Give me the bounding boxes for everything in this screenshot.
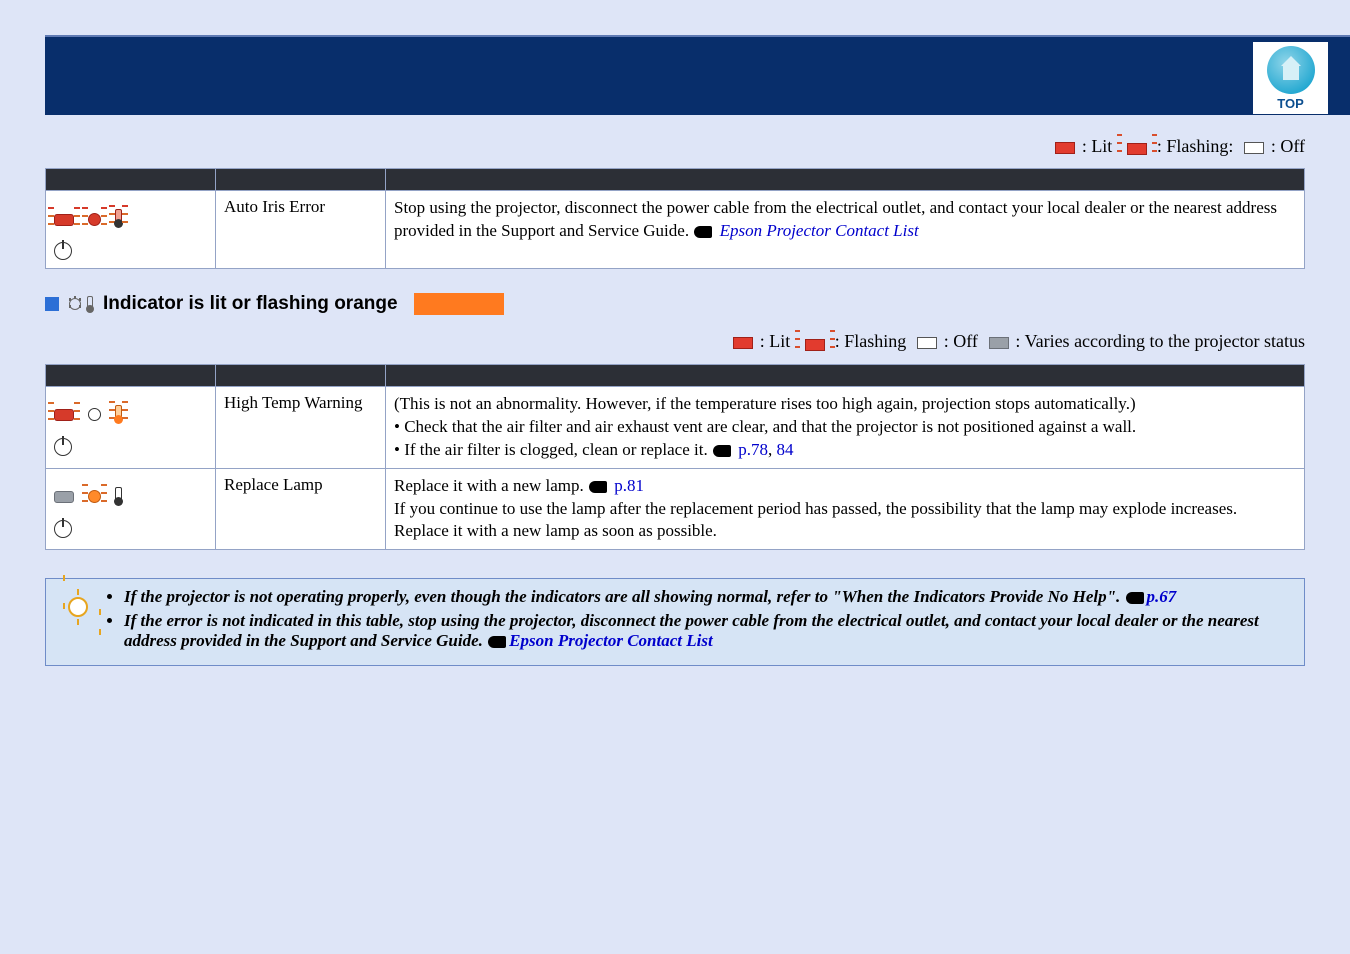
legend-lit-icon	[733, 337, 753, 349]
legend-varies-label: : Varies according to the projector stat…	[1015, 331, 1305, 351]
remedy-cell: Replace it with a new lamp. p.81 If you …	[386, 468, 1305, 550]
orange-swatch	[414, 293, 504, 315]
lamp-icon	[88, 406, 101, 426]
legend-lit-label: : Lit	[1082, 136, 1113, 156]
legend-varies-icon	[989, 337, 1009, 349]
remedy-text: If you continue to use the lamp after th…	[394, 499, 1237, 541]
legend-off-icon	[1244, 142, 1264, 154]
lamp-glyph-icon	[69, 298, 81, 310]
projector-icon	[54, 406, 74, 426]
error-table-1: Auto Iris Error Stop using the projector…	[45, 168, 1305, 269]
projector-icon	[54, 211, 74, 231]
legend-flash-label: : Flashing	[835, 331, 907, 351]
state-cell	[46, 468, 216, 550]
table-row: Auto Iris Error Stop using the projector…	[46, 191, 1305, 269]
table-row: Replace Lamp Replace it with a new lamp.…	[46, 468, 1305, 550]
legend-lit-label: : Lit	[760, 331, 791, 351]
remedy-text: Replace it with a new lamp.	[394, 476, 588, 495]
page-link[interactable]: 84	[776, 440, 793, 459]
remedy-cell: Stop using the projector, disconnect the…	[386, 191, 1305, 269]
top-label: TOP	[1277, 96, 1304, 111]
contact-list-link[interactable]: Epson Projector Contact List	[509, 631, 713, 650]
home-icon	[1267, 46, 1315, 94]
legend-off-label: : Off	[1271, 136, 1305, 156]
remedy-text: If the air filter is clogged, clean or r…	[404, 440, 712, 459]
legend-flash-icon	[1117, 137, 1157, 158]
remedy-cell: (This is not an abnormality. However, if…	[386, 386, 1305, 468]
power-icon	[54, 438, 72, 456]
pointer-icon	[589, 481, 607, 493]
contact-list-link[interactable]: Epson Projector Contact List	[720, 221, 919, 240]
header-dark-bar	[45, 35, 1350, 115]
top-home-button[interactable]: TOP	[1253, 42, 1328, 114]
cause-cell: Replace Lamp	[216, 468, 386, 550]
tip-bulb-icon	[60, 591, 96, 627]
tip-text: If the projector is not operating proper…	[124, 587, 1125, 606]
legend-row-2: : Lit : Flashing : Off : Varies accordin…	[45, 325, 1305, 363]
pointer-icon	[1126, 592, 1144, 604]
page-link[interactable]: p.78	[738, 440, 768, 459]
pointer-icon	[488, 636, 506, 648]
legend-flash-icon	[795, 333, 835, 354]
page-link[interactable]: p.67	[1147, 587, 1177, 606]
lamp-icon	[88, 488, 101, 508]
legend-lit-icon	[1055, 142, 1075, 154]
section-bullet-icon	[45, 297, 59, 311]
temp-icon	[115, 209, 122, 232]
power-icon	[54, 520, 72, 538]
projector-icon	[54, 488, 74, 508]
remedy-text: Check that the air filter and air exhaus…	[404, 417, 1136, 436]
state-cell	[46, 191, 216, 269]
tip-line: If the error is not indicated in this ta…	[124, 611, 1290, 651]
page-link[interactable]: p.81	[614, 476, 644, 495]
temp-icon	[115, 405, 122, 428]
cause-cell: Auto Iris Error	[216, 191, 386, 269]
page-content: : Lit : Flashing: : Off Aut	[0, 130, 1350, 686]
cause-cell: High Temp Warning	[216, 386, 386, 468]
section-heading-orange: Indicator is lit or flashing orange	[45, 293, 1305, 315]
legend-row-1: : Lit : Flashing: : Off	[45, 130, 1305, 168]
legend-flash-label: : Flashing:	[1157, 136, 1234, 156]
legend-off-label: : Off	[944, 331, 978, 351]
pointer-icon	[713, 445, 731, 457]
temp-icon	[115, 487, 122, 510]
power-icon	[54, 242, 72, 260]
tip-box: If the projector is not operating proper…	[45, 578, 1305, 666]
temp-glyph-icon	[87, 296, 93, 312]
pointer-icon	[694, 226, 712, 238]
section-title: Indicator is lit or flashing orange	[103, 293, 398, 315]
table-row: High Temp Warning (This is not an abnorm…	[46, 386, 1305, 468]
header-band: TOP	[0, 0, 1350, 130]
lamp-icon	[88, 211, 101, 231]
tip-line: If the projector is not operating proper…	[124, 587, 1290, 607]
legend-off-icon	[917, 337, 937, 349]
state-cell	[46, 386, 216, 468]
error-table-2: High Temp Warning (This is not an abnorm…	[45, 364, 1305, 551]
remedy-text: (This is not an abnormality. However, if…	[394, 394, 1136, 413]
